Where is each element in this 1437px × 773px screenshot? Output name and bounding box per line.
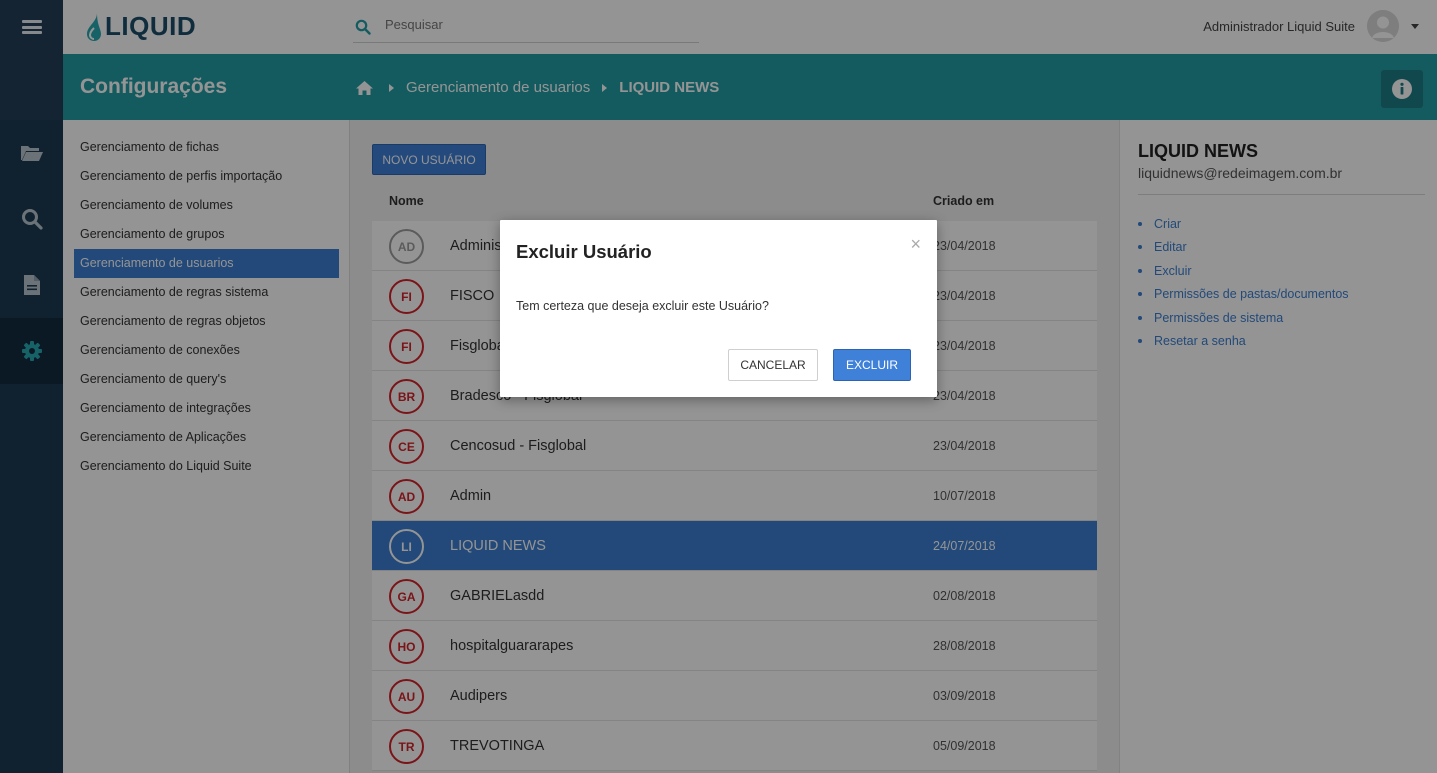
close-icon[interactable]: × xyxy=(910,235,921,253)
delete-user-dialog: Excluir Usuário × Tem certeza que deseja… xyxy=(500,220,937,397)
dialog-title: Excluir Usuário xyxy=(516,241,652,262)
dialog-message: Tem certeza que deseja excluir este Usuá… xyxy=(516,299,769,313)
cancel-button[interactable]: CANCELAR xyxy=(728,349,818,381)
confirm-delete-button[interactable]: EXCLUIR xyxy=(833,349,911,381)
